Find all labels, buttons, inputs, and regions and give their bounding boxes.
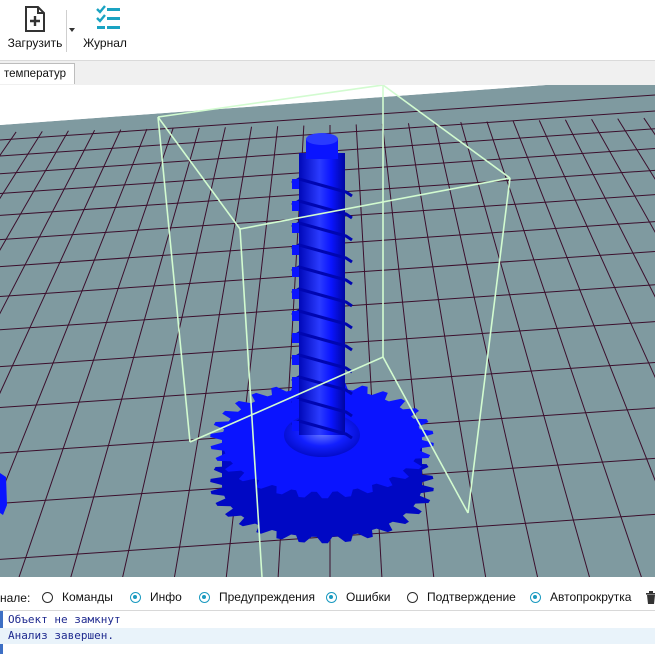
worm-thread-edge: [292, 201, 299, 211]
filter-autoscroll[interactable]: Автопрокрутка: [530, 590, 631, 604]
filter-commands-label: Команды: [62, 590, 113, 604]
filter-warnings-label: Предупреждения: [219, 590, 315, 604]
worm-thread-edge: [292, 355, 299, 365]
3d-viewport[interactable]: [0, 85, 655, 577]
filter-lead-label: нале:: [0, 591, 31, 605]
worm-thread-edge: [292, 223, 299, 233]
log-panel: Объект не замкнут Анализ завершен.: [0, 610, 655, 654]
filter-commands[interactable]: Команды: [42, 590, 113, 604]
radio-warnings[interactable]: [199, 591, 210, 603]
radio-confirmation[interactable]: [407, 591, 418, 603]
radio-errors[interactable]: [326, 591, 337, 603]
tab-temperature[interactable]: температур: [0, 63, 76, 84]
tab-label: температур: [4, 68, 67, 80]
radio-autoscroll[interactable]: [530, 591, 541, 603]
worm-thread-edge: [292, 179, 299, 189]
add-file-icon: [25, 6, 45, 32]
worm-thread-edge: [292, 245, 299, 255]
checklist-icon: [96, 5, 120, 29]
filter-errors-label: Ошибки: [346, 590, 391, 604]
radio-info[interactable]: [130, 591, 141, 603]
filter-autoscroll-label: Автопрокрутка: [550, 590, 632, 604]
toolbar: Загрузить Журнал: [0, 0, 655, 60]
scene-canvas[interactable]: [0, 85, 655, 577]
load-dropdown-arrow[interactable]: [66, 10, 77, 52]
radio-commands[interactable]: [42, 591, 53, 603]
filter-warnings[interactable]: Предупреждения: [199, 590, 315, 604]
load-button[interactable]: Загрузить: [4, 4, 66, 56]
worm-thread-edge: [292, 399, 299, 409]
load-button-label: Загрузить: [7, 36, 63, 50]
worm-thread-edge: [292, 267, 299, 277]
journal-button[interactable]: Журнал: [80, 4, 130, 56]
filter-info[interactable]: Инфо: [130, 590, 182, 604]
filter-errors[interactable]: Ошибки: [326, 590, 391, 604]
journal-button-label: Журнал: [83, 36, 127, 50]
worm-thread-edge: [292, 289, 299, 299]
worm-thread-edge: [292, 421, 299, 431]
trash-icon[interactable]: [646, 591, 655, 604]
message-filter-bar: нале: Команды Инфо Предупреждения Ошибки…: [0, 584, 655, 610]
worm-thread-edge: [292, 311, 299, 321]
tab-bar: температур: [0, 60, 655, 86]
filter-info-label: Инфо: [150, 590, 182, 604]
filter-confirmation[interactable]: Подтверждение: [407, 590, 516, 604]
log-line: Объект не замкнут: [8, 613, 121, 626]
shaft-cap-top: [306, 133, 338, 145]
log-line: Анализ завершен.: [0, 628, 655, 644]
worm-thread-edge: [292, 377, 299, 387]
worm-thread-edge: [292, 333, 299, 343]
filter-confirmation-label: Подтверждение: [427, 590, 516, 604]
